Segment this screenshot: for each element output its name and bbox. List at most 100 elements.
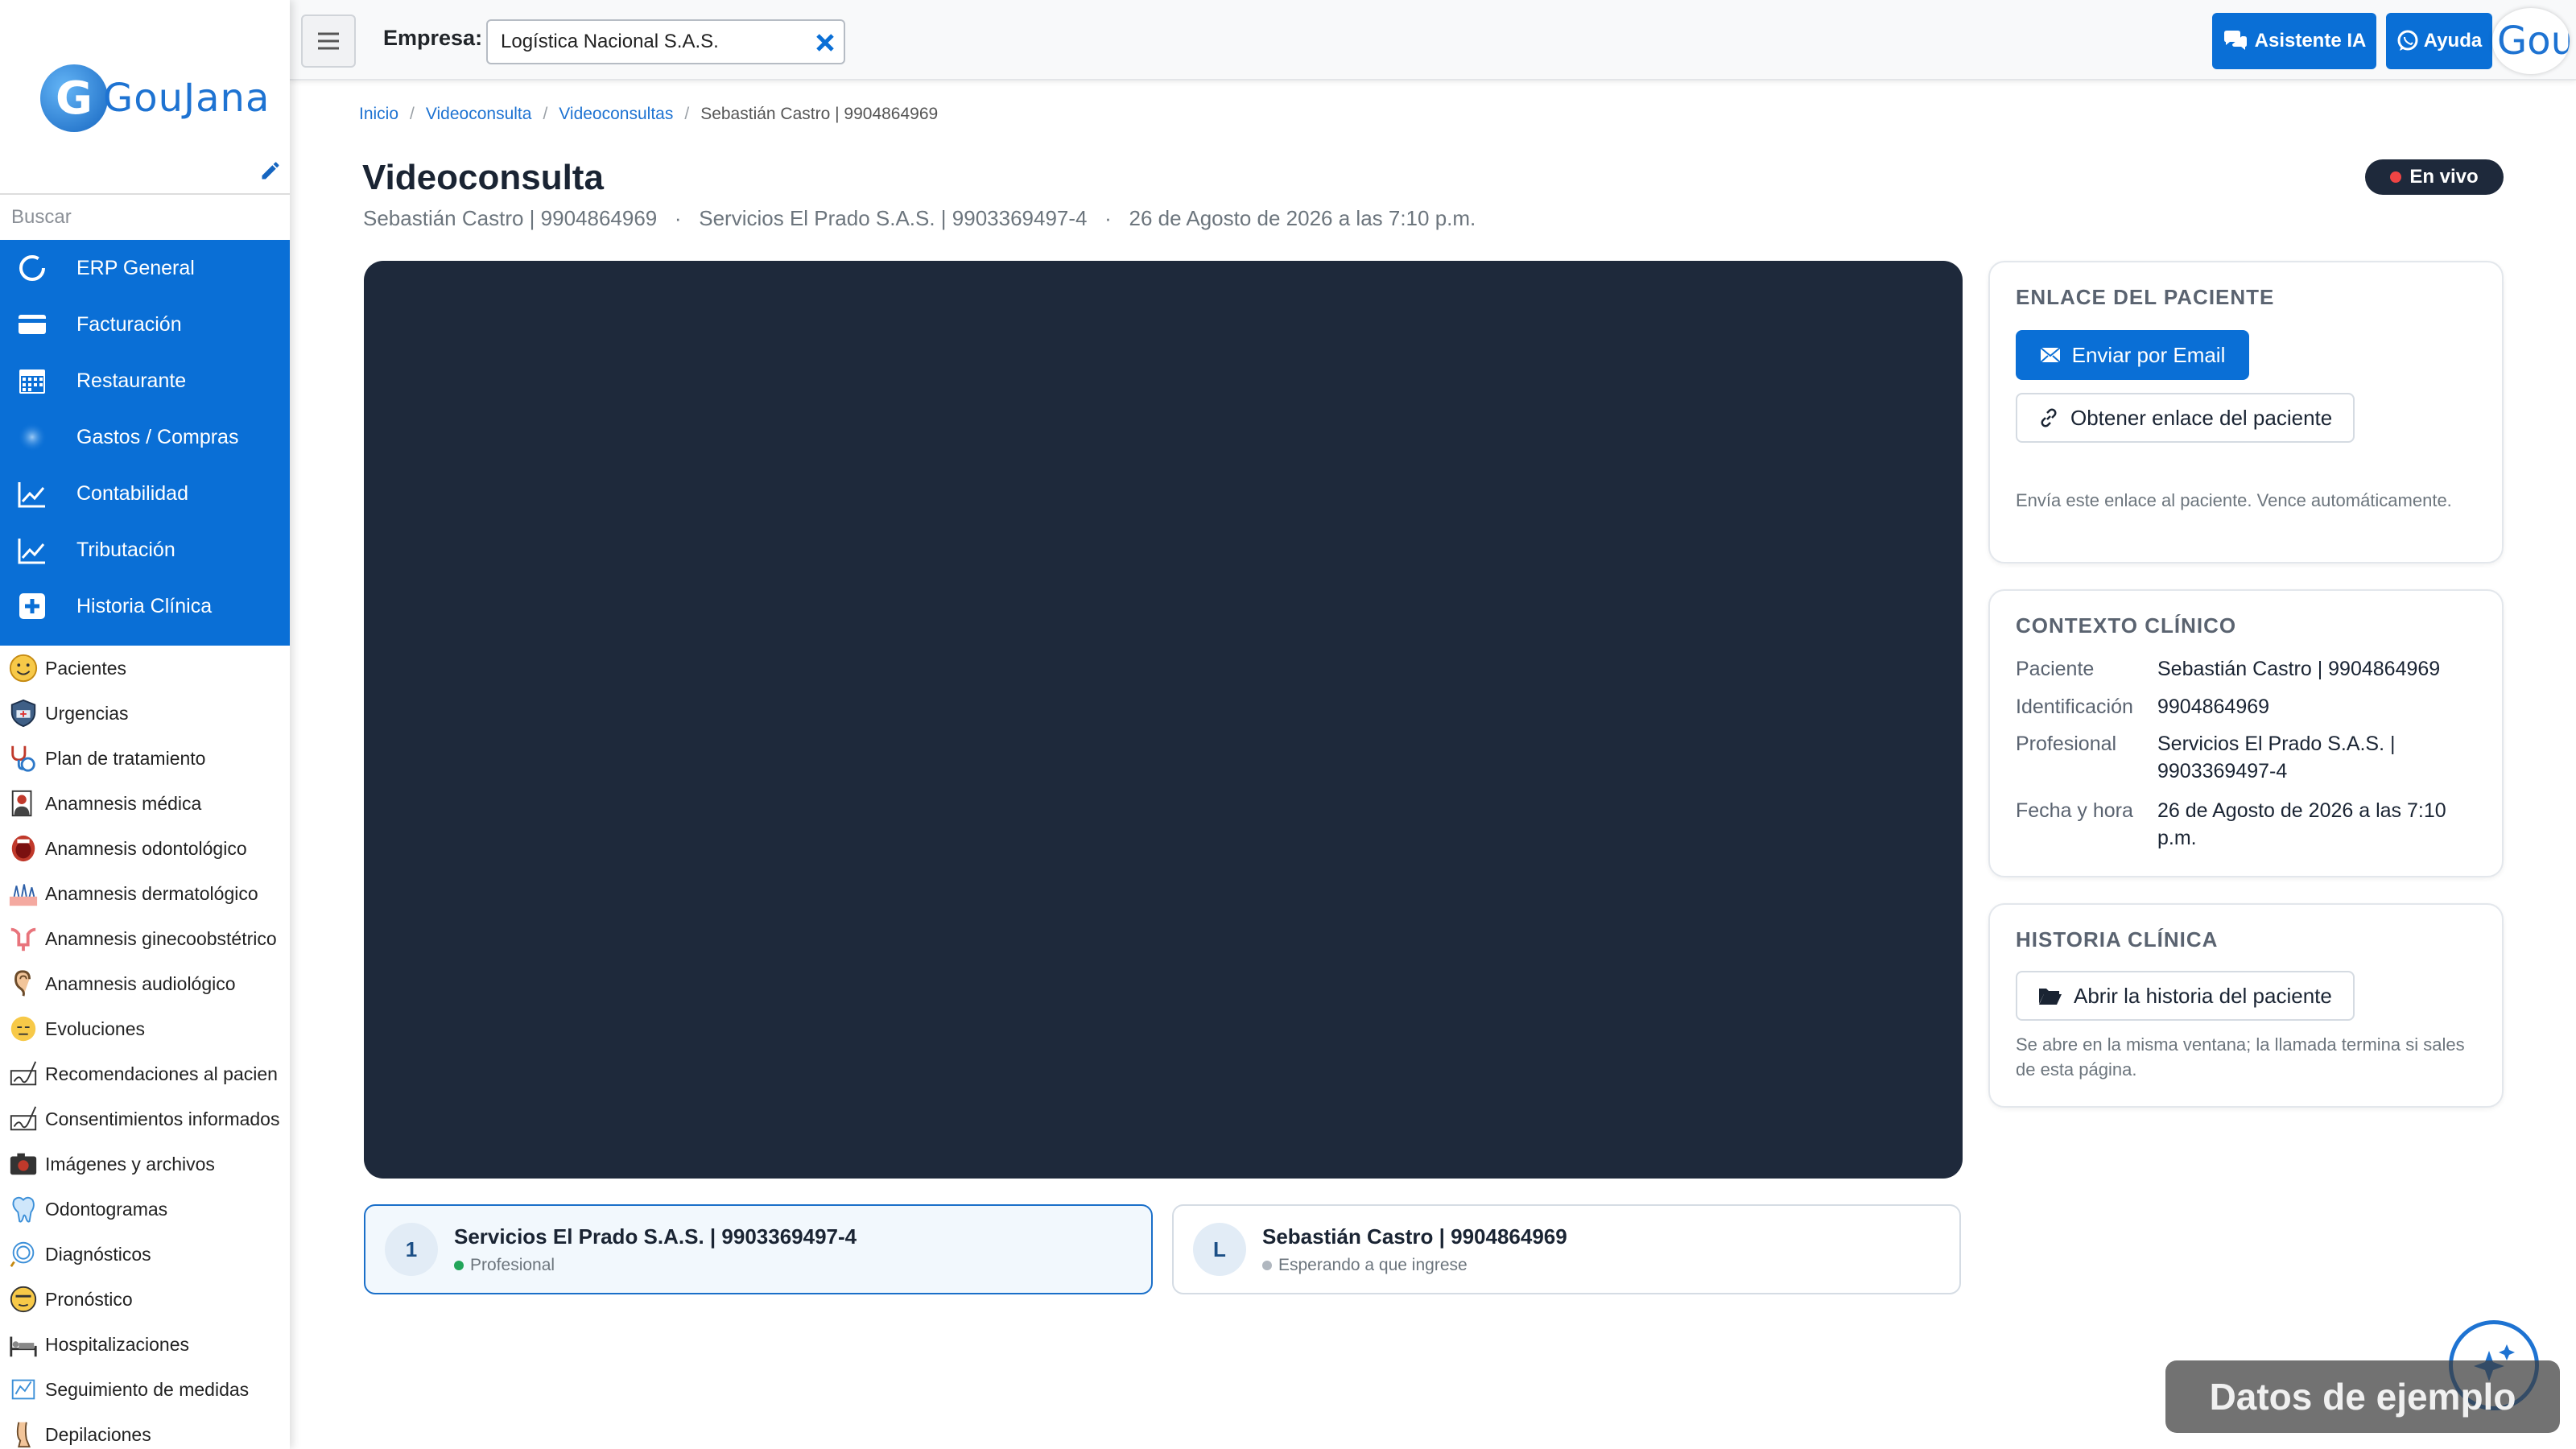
participant-name: Servicios El Prado S.A.S. | 9903369497-4 — [454, 1224, 857, 1249]
breadcrumb-videoconsultas[interactable]: Videoconsultas — [559, 105, 673, 124]
context-value: Servicios El Prado S.A.S. | 9903369497-4 — [2157, 733, 2396, 782]
help-button[interactable]: Ayuda — [2386, 13, 2492, 69]
sub-item-label: Diagnósticos — [45, 1243, 151, 1265]
video-stage[interactable] — [364, 261, 1963, 1179]
calendar-icon — [19, 369, 45, 394]
context-row-fecha: Fecha y hora 26 de Agosto de 2026 a las 7… — [2016, 797, 2487, 852]
app-logo[interactable]: G GouJana — [40, 60, 270, 137]
sub-item-label: Anamnesis dermatológico — [45, 882, 258, 904]
sub-item-label: Pacientes — [45, 657, 127, 679]
camera-icon — [10, 1153, 37, 1175]
close-icon[interactable] — [813, 31, 837, 55]
sub-item-evoluciones[interactable]: Evoluciones — [0, 1006, 290, 1051]
face-icon — [10, 1016, 36, 1042]
context-key: Fecha y hora — [2016, 799, 2133, 822]
sub-item-consentimientos[interactable]: Consentimientos informados — [0, 1096, 290, 1141]
sub-item-seguimiento-medidas[interactable]: Seguimiento de medidas — [0, 1367, 290, 1412]
tooth-icon — [12, 1196, 35, 1223]
sub-item-hospitalizaciones[interactable]: Hospitalizaciones — [0, 1322, 290, 1367]
live-status-badge: En vivo — [2365, 159, 2504, 195]
menu-toggle-button[interactable] — [301, 14, 356, 68]
sub-item-anamnesis-odontologico[interactable]: Anamnesis odontológico — [0, 826, 290, 871]
sub-item-diagnosticos[interactable]: Diagnósticos — [0, 1232, 290, 1277]
envelope-icon — [2039, 347, 2061, 363]
sub-item-anamnesis-dermatologico[interactable]: Anamnesis dermatológico — [0, 871, 290, 916]
card-title: CONTEXTO CLÍNICO — [2016, 613, 2237, 638]
participant-initial: L — [1193, 1223, 1246, 1276]
module-gastos-compras[interactable]: Gastos / Compras — [0, 409, 290, 465]
module-restaurante[interactable]: Restaurante — [0, 353, 290, 409]
link-hint: Envía este enlace al paciente. Vence aut… — [2016, 490, 2452, 510]
participant-card-patient[interactable]: L Sebastián Castro | 9904864969 Esperand… — [1172, 1204, 1961, 1294]
empresa-value: Logística Nacional S.A.S. — [501, 31, 719, 52]
module-contabilidad[interactable]: Contabilidad — [0, 465, 290, 522]
breadcrumb-separator: / — [543, 105, 548, 123]
module-erp-general[interactable]: ERP General — [0, 240, 290, 296]
open-history-button[interactable]: Abrir la historia del paciente — [2016, 971, 2355, 1021]
stethoscope-icon — [11, 745, 35, 772]
sub-item-plan-tratamiento[interactable]: Plan de tratamiento — [0, 736, 290, 781]
ai-assistant-button[interactable]: Asistente IA — [2212, 13, 2376, 69]
page-subtitle: Sebastián Castro | 9904864969 · Servicio… — [363, 206, 1476, 230]
status-dot — [454, 1260, 464, 1270]
participant-status: Esperando a que ingrese — [1262, 1256, 1567, 1275]
sub-item-label: Recomendaciones al pacien — [45, 1063, 278, 1084]
scale-icon — [11, 1379, 35, 1400]
skin-icon — [9, 884, 38, 906]
sub-item-recomendaciones[interactable]: Recomendaciones al pacien — [0, 1051, 290, 1096]
sub-item-label: Seguimiento de medidas — [45, 1378, 250, 1400]
pencil-icon[interactable] — [259, 159, 282, 182]
circle-icon — [19, 255, 45, 281]
module-tributacion[interactable]: Tributación — [0, 522, 290, 578]
participant-status-text: Profesional — [470, 1255, 555, 1274]
sub-item-label: Hospitalizaciones — [45, 1333, 189, 1355]
context-row-identificacion: Identificación 9904864969 — [2016, 693, 2487, 720]
sub-item-label: Anamnesis odontológico — [45, 837, 247, 859]
breadcrumb-videoconsulta[interactable]: Videoconsulta — [426, 105, 532, 124]
link-icon — [2041, 408, 2057, 427]
historia-clinica-submenu: Pacientes Urgencias Plan de tratamiento … — [0, 646, 290, 1449]
sub-item-label: Pronóstico — [45, 1288, 133, 1310]
sub-item-depilaciones[interactable]: Depilaciones — [0, 1412, 290, 1449]
top-bar: Empresa: Logística Nacional S.A.S. Asist… — [290, 0, 2576, 80]
participant-status-text: Esperando a que ingrese — [1278, 1255, 1468, 1274]
sub-item-label: Anamnesis médica — [45, 792, 202, 814]
sub-item-label: Evoluciones — [45, 1018, 146, 1039]
logo-mark: G — [40, 64, 108, 132]
module-label: Gastos / Compras — [76, 425, 239, 448]
send-email-button[interactable]: Enviar por Email — [2016, 330, 2249, 380]
sub-item-label: Plan de tratamiento — [45, 747, 206, 769]
module-facturacion[interactable]: Facturación — [0, 296, 290, 353]
card-title: HISTORIA CLÍNICA — [2016, 927, 2219, 952]
sub-item-anamnesis-medica[interactable]: Anamnesis médica — [0, 781, 290, 826]
sub-item-odontogramas[interactable]: Odontogramas — [0, 1187, 290, 1232]
help-label: Ayuda — [2423, 30, 2483, 52]
card-title: ENLACE DEL PACIENTE — [2016, 285, 2275, 309]
module-list: ERP General Facturación Restaurante Gast… — [0, 240, 290, 646]
get-link-label: Obtener enlace del paciente — [2070, 405, 2333, 430]
participant-card-professional[interactable]: 1 Servicios El Prado S.A.S. | 9903369497… — [364, 1204, 1153, 1294]
breadcrumb-inicio[interactable]: Inicio — [359, 105, 398, 124]
folder-icon — [2039, 989, 2062, 1005]
user-avatar[interactable]: Gou — [2492, 8, 2570, 74]
sub-item-label: Depilaciones — [45, 1423, 151, 1445]
sub-item-pacientes[interactable]: Pacientes — [0, 646, 290, 691]
sidebar-search-input[interactable]: Buscar — [0, 193, 290, 242]
smiley-icon — [9, 654, 38, 683]
breadcrumb-separator: / — [684, 105, 690, 123]
get-patient-link-button[interactable]: Obtener enlace del paciente — [2016, 393, 2355, 443]
sub-item-urgencias[interactable]: Urgencias — [0, 691, 290, 736]
module-label: Facturación — [76, 312, 182, 336]
sub-item-pronostico[interactable]: Pronóstico — [0, 1277, 290, 1322]
sub-item-anamnesis-audiologico[interactable]: Anamnesis audiológico — [0, 961, 290, 1006]
sub-item-imagenes-archivos[interactable]: Imágenes y archivos — [0, 1141, 290, 1187]
sub-item-anamnesis-ginecoobstetrico[interactable]: Anamnesis ginecoobstétrico — [0, 916, 290, 961]
context-row-profesional: Profesional Servicios El Prado S.A.S. | 9… — [2016, 730, 2487, 785]
whatsapp-icon — [2397, 30, 2418, 51]
module-label: Contabilidad — [76, 481, 188, 505]
module-historia-clinica[interactable]: Historia Clínica — [0, 578, 290, 634]
emoji-icon — [10, 1286, 37, 1313]
context-value: Sebastián Castro | 9904864969 — [2157, 658, 2441, 680]
empresa-select[interactable]: Logística Nacional S.A.S. — [486, 19, 845, 64]
blob-icon — [18, 423, 47, 452]
